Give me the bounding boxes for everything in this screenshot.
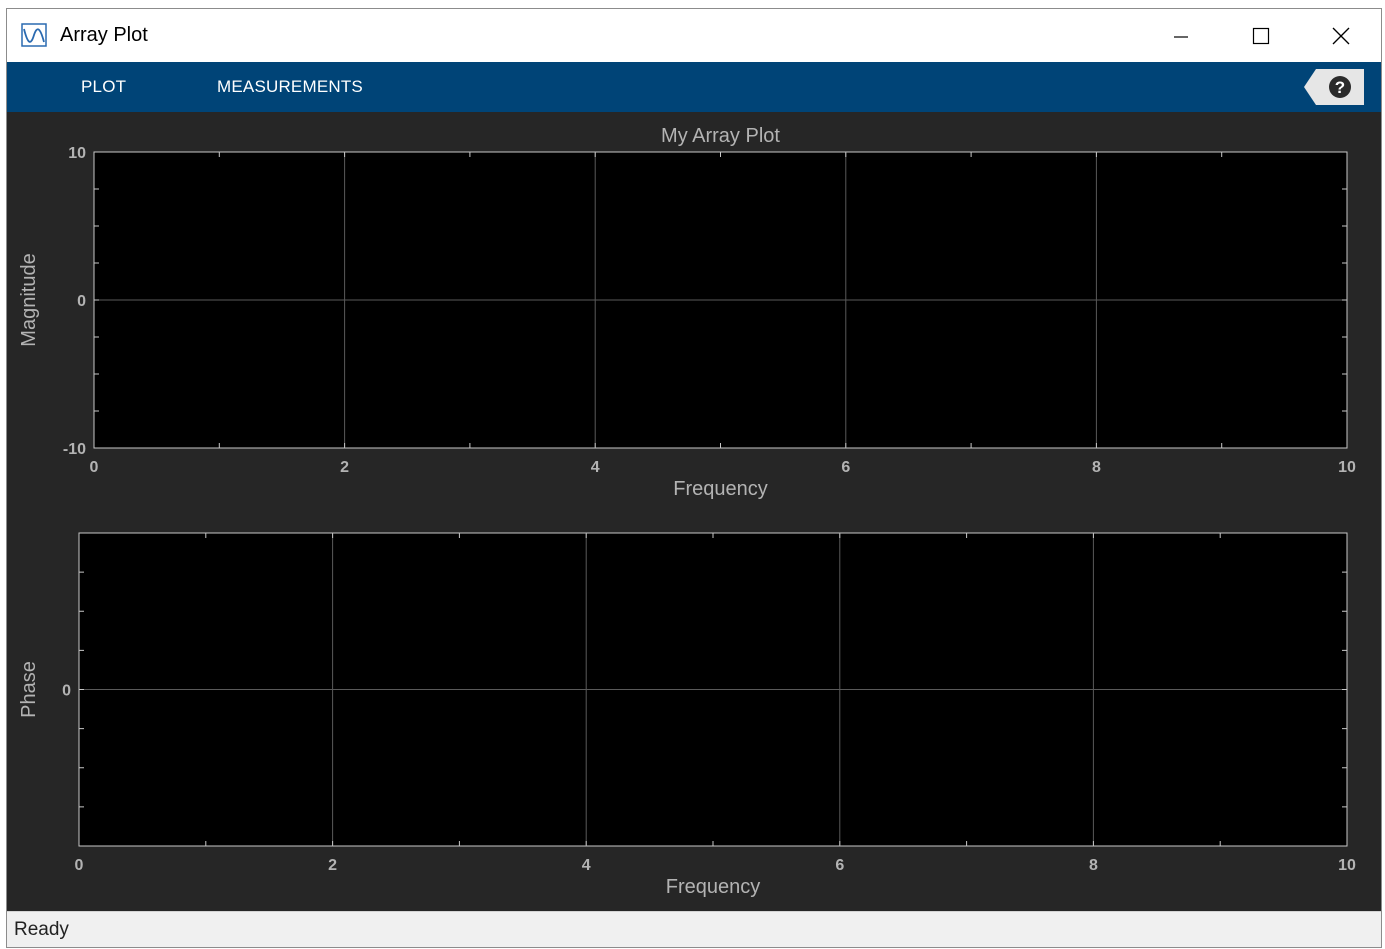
- close-button[interactable]: [1301, 9, 1381, 62]
- status-text: Ready: [14, 919, 69, 940]
- x-tick-label: 10: [1338, 459, 1356, 476]
- title-bar[interactable]: Array Plot: [7, 9, 1381, 62]
- minimize-button[interactable]: [1141, 9, 1221, 62]
- maximize-icon: [1252, 27, 1270, 44]
- y-tick-label: -10: [63, 441, 86, 458]
- x-axis-label: Frequency: [673, 478, 768, 500]
- tab-plot[interactable]: PLOT: [81, 62, 126, 112]
- y-axis-label: Magnitude: [18, 253, 40, 346]
- y-axis-label: Phase: [18, 661, 40, 718]
- x-tick-label: 6: [841, 459, 850, 476]
- toolstrip: PLOT MEASUREMENTS ?: [7, 62, 1381, 112]
- x-tick-label: 2: [328, 857, 337, 874]
- minimize-icon: [1174, 35, 1188, 38]
- x-tick-label: 0: [90, 459, 99, 476]
- status-bar: Ready: [7, 911, 1381, 947]
- x-tick-label: 8: [1089, 857, 1098, 874]
- tab-measurements[interactable]: MEASUREMENTS: [217, 62, 363, 112]
- x-tick-label: 4: [591, 459, 600, 476]
- x-tick-label: 6: [835, 857, 844, 874]
- x-tick-label: 8: [1092, 459, 1101, 476]
- x-tick-label: 10: [1338, 857, 1356, 874]
- plots-canvas: 0 2 4 6 8 10-10010FrequencyMagnitudeMy Array …: [18, 125, 1356, 898]
- array-plot-icon: [21, 23, 47, 47]
- y-tick-label: 0: [77, 293, 86, 310]
- help-icon: ?: [1304, 69, 1364, 105]
- x-tick-label: 4: [582, 857, 591, 874]
- y-tick-label: 10: [68, 145, 86, 162]
- array-plot-window: Array Plot PLOT MEASUREMENTS ? 0 2 4 6 8 10 -1…: [6, 8, 1382, 948]
- plot-area: 0 2 4 6 8 10 -10 0 10 Frequency Magnitude My Array …: [7, 112, 1381, 912]
- window-title: Array Plot: [60, 24, 148, 46]
- x-axis-label: Frequency: [666, 876, 761, 898]
- help-button[interactable]: ?: [1304, 69, 1364, 105]
- close-icon: [1332, 27, 1350, 44]
- chart-title: My Array Plot: [661, 125, 780, 147]
- x-tick-label: 2: [340, 459, 349, 476]
- maximize-button[interactable]: [1221, 9, 1301, 62]
- x-tick-label: 0: [75, 857, 84, 874]
- y-tick-label: 0: [62, 683, 71, 700]
- help-glyph: ?: [1335, 78, 1345, 97]
